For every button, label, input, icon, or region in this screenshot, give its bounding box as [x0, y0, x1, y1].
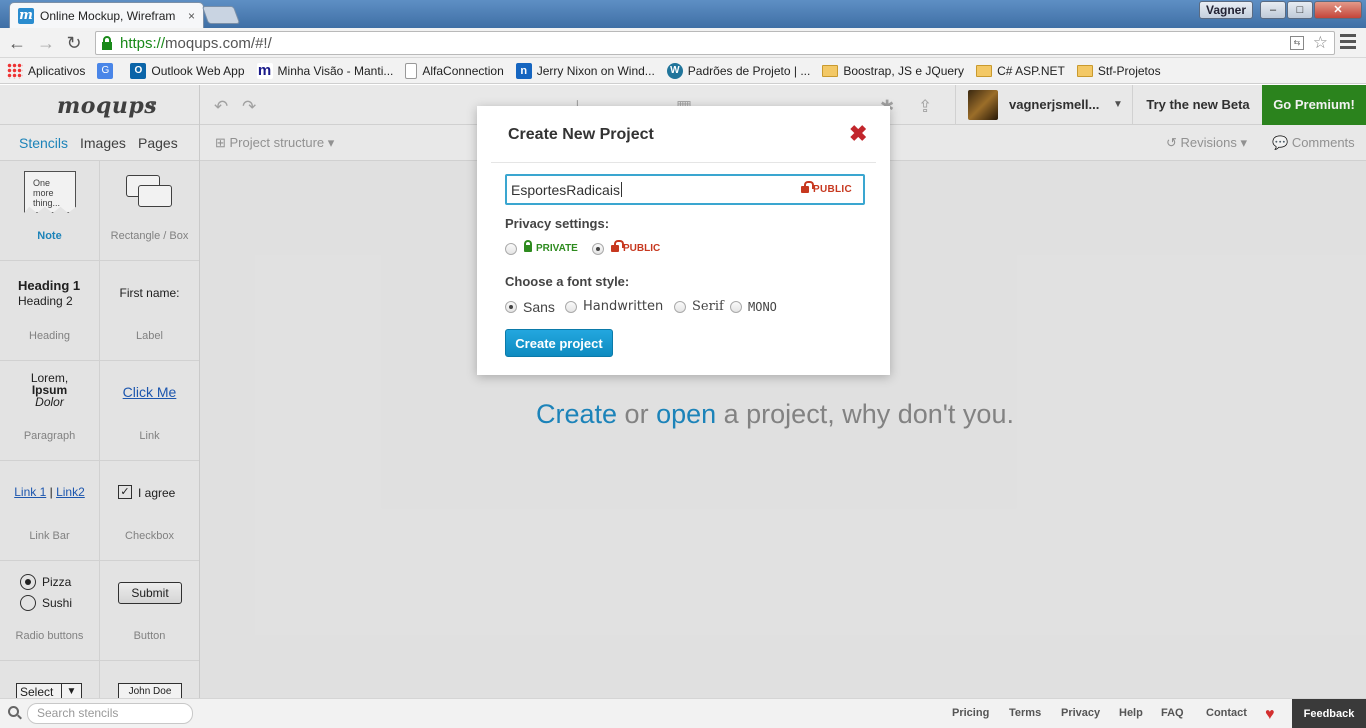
unlock-icon [800, 181, 814, 193]
bookmark-apps[interactable]: Aplicativos [7, 62, 86, 79]
browser-titlebar: m Online Mockup, Wirefram × Vagner – □ ✕ [0, 0, 1366, 28]
mantis-icon: m [256, 61, 273, 79]
apps-grid-icon [7, 62, 23, 79]
font-serif-label[interactable]: Serif [692, 299, 724, 314]
project-name-input[interactable]: EsportesRadicais PUBLIC [505, 174, 865, 205]
project-name-text: EsportesRadicais [511, 182, 620, 198]
privacy-private-label: PRIVATE [536, 243, 578, 254]
privacy-settings-label: Privacy settings: [505, 216, 610, 231]
bookmark-label: Jerry Nixon on Wind... [536, 63, 655, 78]
font-mono-radio[interactable] [730, 301, 742, 313]
moqups-favicon-icon: m [18, 7, 34, 24]
url-path: moqups.com/#!/ [165, 35, 272, 52]
reload-icon[interactable]: ↻ [63, 32, 85, 54]
browser-tab[interactable]: m Online Mockup, Wirefram × [9, 2, 204, 28]
footer-link-help[interactable]: Help [1119, 707, 1143, 719]
translate-icon: G [97, 62, 114, 79]
visibility-badge: PUBLIC [800, 181, 852, 195]
close-icon[interactable]: ✖ [849, 123, 867, 145]
font-sans-label[interactable]: Sans [523, 299, 555, 315]
maximize-button[interactable]: □ [1287, 1, 1313, 19]
bookmarks-bar: Aplicativos G O Outlook Web App m Minha Vi… [0, 58, 1366, 84]
feedback-button[interactable]: Feedback [1292, 699, 1366, 728]
footer-link-privacy[interactable]: Privacy [1061, 707, 1100, 719]
wordpress-icon: W [666, 62, 683, 79]
back-arrow-icon[interactable]: ← [6, 32, 28, 54]
text-cursor [620, 182, 622, 197]
footer-link-pricing[interactable]: Pricing [952, 707, 989, 719]
footer-link-faq[interactable]: FAQ [1161, 707, 1184, 719]
dialog-title: Create New Project [508, 126, 654, 143]
tab-title: Online Mockup, Wirefram [40, 8, 176, 23]
browser-user-chip[interactable]: Vagner [1199, 1, 1253, 19]
bookmark-folder-bootstrap[interactable]: Boostrap, JS e JQuery [822, 64, 964, 78]
address-bar[interactable]: https://moqups.com/#!/ ⇆ ☆ [95, 31, 1335, 55]
bookmark-label: AlfaConnection [422, 63, 504, 78]
tab-close-icon[interactable]: × [188, 9, 195, 23]
bookmark-star-icon[interactable]: ☆ [1313, 33, 1328, 53]
privacy-public-label: PUBLIC [623, 243, 661, 254]
minimize-button[interactable]: – [1260, 1, 1286, 19]
browser-toolbar: ← → ↻ https://moqups.com/#!/ ⇆ ☆ [0, 28, 1366, 58]
privacy-public-radio[interactable] [592, 243, 604, 255]
font-sans-radio[interactable] [505, 301, 517, 313]
font-mono-label[interactable]: MONO [748, 300, 777, 314]
bookmark-label: Stf-Projetos [1097, 63, 1161, 78]
bookmark-padroes[interactable]: W Padrões de Projeto | ... [666, 62, 811, 79]
font-handwritten-label[interactable]: Handwritten [583, 299, 663, 314]
url-text: https://moqups.com/#!/ [120, 35, 272, 52]
lock-icon [524, 240, 532, 252]
bookmark-label: Boostrap, JS e JQuery [843, 63, 965, 78]
secure-lock-icon [102, 36, 112, 50]
folder-icon [1076, 64, 1093, 77]
bookmark-label: Outlook Web App [151, 63, 245, 78]
font-handwritten-radio[interactable] [565, 301, 577, 313]
footer-bar: Search stencils Pricing Terms Privacy He… [0, 698, 1366, 728]
forward-arrow-icon[interactable]: → [35, 32, 57, 54]
heart-icon[interactable]: ♥ [1265, 706, 1275, 724]
page-icon [405, 62, 418, 79]
bookmark-label: Aplicativos [28, 63, 86, 78]
privacy-private-option[interactable]: PRIVATE [524, 240, 578, 254]
bookmark-outlook[interactable]: O Outlook Web App [130, 62, 245, 79]
font-serif-radio[interactable] [674, 301, 686, 313]
create-project-button[interactable]: Create project [505, 329, 613, 357]
footer-link-terms[interactable]: Terms [1009, 707, 1041, 719]
create-project-dialog: Create New Project ✖ EsportesRadicais PU… [477, 106, 890, 375]
bookmark-label: C# ASP.NET [997, 63, 1065, 78]
bookmark-folder-stf[interactable]: Stf-Projetos [1076, 63, 1161, 78]
privacy-private-radio[interactable] [505, 243, 517, 255]
bookmark-alfaconnection[interactable]: AlfaConnection [405, 62, 504, 79]
project-name-value: EsportesRadicais [511, 182, 622, 198]
msdn-icon: n [515, 62, 532, 79]
outlook-icon: O [130, 62, 147, 79]
font-style-label: Choose a font style: [505, 274, 630, 289]
window-close-button[interactable]: ✕ [1314, 1, 1362, 19]
bookmark-folder-aspnet[interactable]: C# ASP.NET [976, 64, 1065, 78]
folder-icon [822, 64, 839, 77]
new-tab-button[interactable] [201, 6, 241, 24]
browser-menu-icon[interactable] [1340, 34, 1356, 50]
privacy-public-option[interactable]: PUBLIC [611, 240, 661, 254]
footer-link-contact[interactable]: Contact [1206, 707, 1247, 719]
bookmark-label: Minha Visão - Manti... [277, 63, 394, 78]
visibility-badge-label: PUBLIC [812, 184, 852, 195]
bookmark-label: Padrões de Projeto | ... [687, 63, 811, 78]
bookmark-mantis[interactable]: m Minha Visão - Manti... [256, 61, 394, 79]
translate-page-icon[interactable]: ⇆ [1290, 36, 1304, 50]
dialog-divider [491, 162, 876, 163]
folder-icon [976, 64, 993, 77]
url-scheme: https:// [120, 35, 166, 52]
search-icon [8, 706, 19, 717]
search-stencils-input[interactable]: Search stencils [27, 703, 193, 724]
unlock-icon [611, 240, 624, 252]
bookmark-translate[interactable]: G [97, 62, 118, 79]
bookmark-jerry-nixon[interactable]: n Jerry Nixon on Wind... [515, 62, 655, 79]
